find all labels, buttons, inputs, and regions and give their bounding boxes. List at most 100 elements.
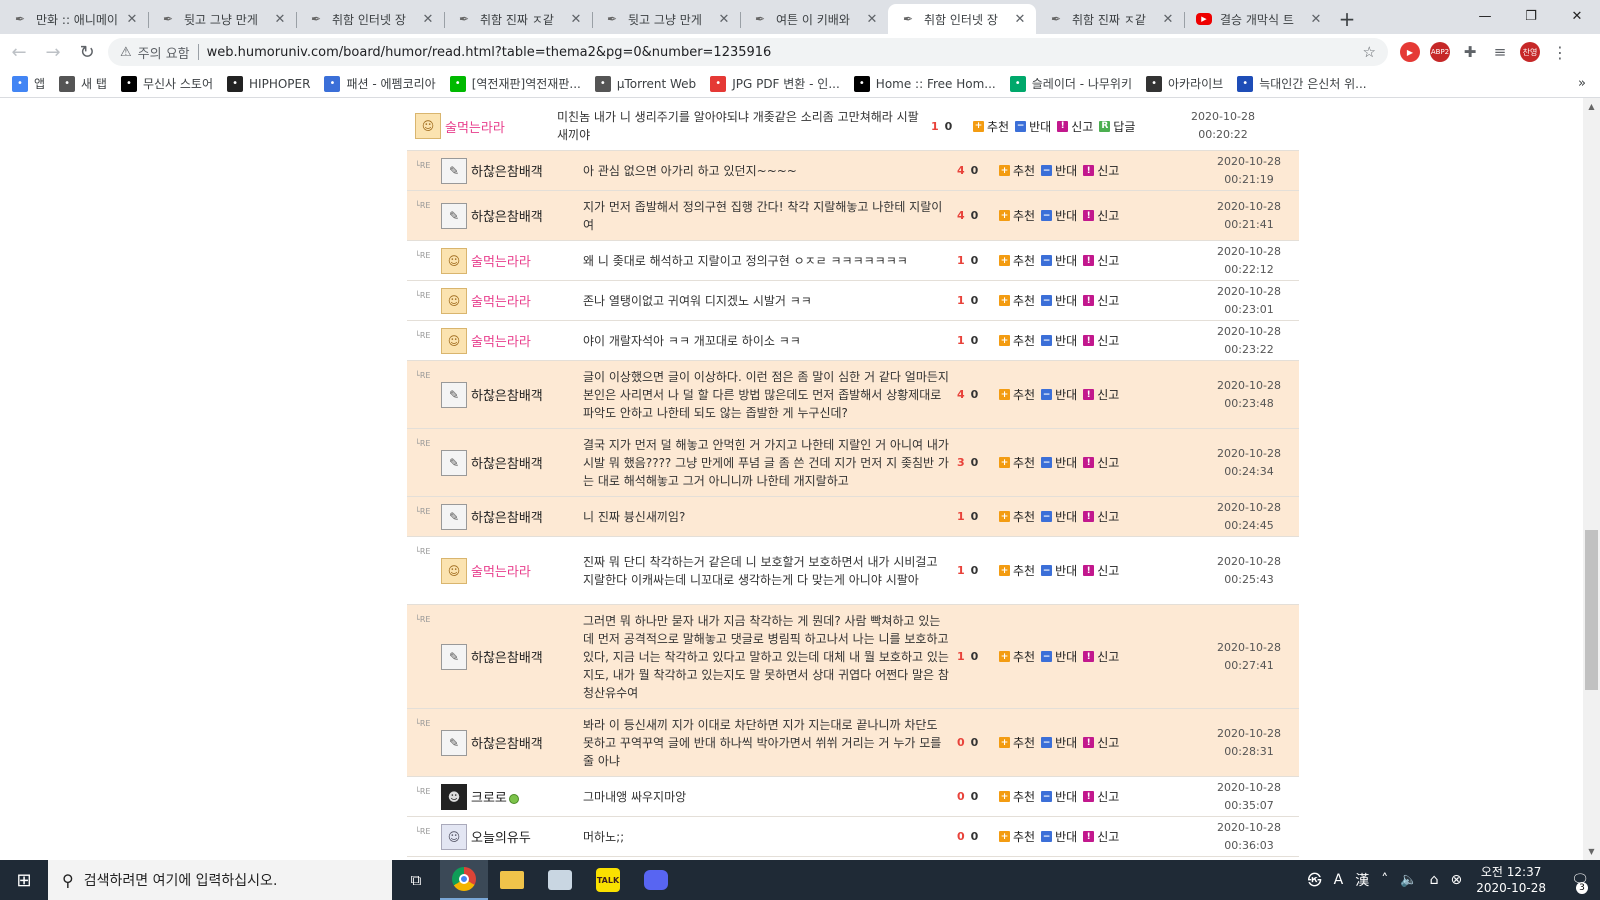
back-icon[interactable]: ← (4, 37, 34, 67)
scroll-thumb[interactable] (1585, 530, 1598, 690)
menu-kebab-icon[interactable]: ⋮ (1550, 42, 1570, 62)
report-button[interactable]: ! 신고 (1083, 562, 1119, 579)
report-button[interactable]: ! 신고 (1083, 332, 1119, 349)
chrome-taskbar-icon[interactable] (440, 860, 488, 900)
recommend-button[interactable]: + 추천 (999, 207, 1035, 224)
comment-nickname[interactable]: 크로로 (471, 787, 583, 806)
profile-avatar[interactable]: 찬영 (1520, 42, 1540, 62)
browser-tab[interactable]: ✒ 취함 진짜 ㅈ같 ✕ (1036, 4, 1184, 34)
avatar[interactable]: ☺ (441, 327, 467, 354)
recommend-button[interactable]: + 추천 (999, 454, 1035, 471)
recommend-button[interactable]: + 추천 (973, 118, 1009, 135)
notification-center-icon[interactable]: 🗨 3 (1560, 860, 1600, 900)
close-window-icon[interactable]: ✕ (1554, 0, 1600, 32)
media-queue-icon[interactable]: ≡ (1490, 42, 1510, 62)
browser-tab[interactable]: ✒ 여튼 이 키배와 ✕ (740, 4, 888, 34)
report-button[interactable]: ! 신고 (1083, 162, 1119, 179)
video-extension-icon[interactable]: ▶ (1400, 42, 1420, 62)
bookmark-item[interactable]: • 새 탭 (59, 75, 107, 92)
security-label[interactable]: 주의 요함 (138, 43, 190, 62)
task-view-icon[interactable]: ⧉ (392, 860, 440, 900)
tab-close-icon[interactable]: ✕ (568, 12, 584, 27)
scroll-up-icon[interactable]: ▲ (1583, 98, 1600, 115)
bookmark-item[interactable]: • µTorrent Web (594, 75, 696, 92)
tab-close-icon[interactable]: ✕ (1012, 12, 1028, 27)
report-button[interactable]: ! 신고 (1083, 828, 1119, 845)
comment-nickname[interactable]: 술먹는라라 (471, 251, 583, 270)
avatar[interactable]: ☻ (441, 783, 467, 810)
comment-nickname[interactable]: 오늘의유두 (471, 827, 583, 846)
oppose-button[interactable]: − 반대 (1041, 207, 1077, 224)
browser-tab[interactable]: ✒ 뒷고 그냥 만게 ✕ (592, 4, 740, 34)
oppose-button[interactable]: − 반대 (1041, 252, 1077, 269)
report-button[interactable]: ! 신고 (1083, 734, 1119, 751)
bookmark-item[interactable]: • JPG PDF 변환 - 인... (710, 75, 840, 92)
network-icon[interactable]: ⌂ (1430, 872, 1439, 888)
reply-button[interactable]: R 답글 (1099, 118, 1135, 135)
oppose-button[interactable]: − 반대 (1041, 162, 1077, 179)
avatar[interactable]: ☺ (441, 247, 467, 274)
url-text[interactable]: web.humoruniv.com/board/humor/read.html?… (207, 45, 772, 60)
report-button[interactable]: ! 신고 (1083, 454, 1119, 471)
report-button[interactable]: ! 신고 (1083, 648, 1119, 665)
bookmark-star-icon[interactable]: ☆ (1363, 43, 1376, 61)
avatar[interactable]: ☺ (441, 823, 467, 850)
app-taskbar-icon[interactable] (536, 860, 584, 900)
bookmark-item[interactable]: • 패션 - 에펨코리아 (324, 75, 436, 92)
reload-icon[interactable]: ↻ (72, 37, 102, 67)
tab-close-icon[interactable]: ✕ (420, 12, 436, 27)
windows-start-icon[interactable]: ⊞ (0, 860, 48, 900)
oppose-button[interactable]: − 반대 (1041, 562, 1077, 579)
volume-icon[interactable]: 🔈 (1400, 872, 1417, 888)
comment-nickname[interactable]: 술먹는라라 (471, 331, 583, 350)
comment-nickname[interactable]: 하찮은참배객 (471, 733, 583, 752)
avatar[interactable]: ✎ (441, 643, 467, 670)
avatar[interactable]: ☺ (441, 557, 467, 584)
recommend-button[interactable]: + 추천 (999, 252, 1035, 269)
report-button[interactable]: ! 신고 (1083, 788, 1119, 805)
avatar[interactable]: ✎ (441, 157, 467, 184)
report-button[interactable]: ! 신고 (1083, 386, 1119, 403)
oppose-button[interactable]: − 반대 (1041, 828, 1077, 845)
comment-nickname[interactable]: 하찮은참배객 (471, 206, 583, 225)
vertical-scrollbar[interactable]: ▲ ▼ (1583, 98, 1600, 860)
restore-icon[interactable]: ❐ (1508, 0, 1554, 32)
oppose-button[interactable]: − 반대 (1041, 734, 1077, 751)
report-button[interactable]: ! 신고 (1083, 252, 1119, 269)
recommend-button[interactable]: + 추천 (999, 828, 1035, 845)
recommend-button[interactable]: + 추천 (999, 788, 1035, 805)
recommend-button[interactable]: + 추천 (999, 508, 1035, 525)
bookmark-item[interactable]: • 늑대인간 은신처 위... (1237, 75, 1367, 92)
browser-tab[interactable]: ✒ 취함 진짜 ㅈ같 ✕ (444, 4, 592, 34)
comment-nickname[interactable]: 하찮은참배객 (471, 453, 583, 472)
new-tab-icon[interactable]: + (1332, 4, 1362, 34)
comment-nickname[interactable]: 술먹는라라 (471, 291, 583, 310)
avatar[interactable]: ✎ (441, 381, 467, 408)
tray-chevron-icon[interactable]: ˄ (1381, 872, 1388, 888)
disconnected-icon[interactable]: ⊗ (1451, 872, 1463, 888)
adblock-icon[interactable]: ABP 2 (1430, 42, 1450, 62)
avatar[interactable]: ☺ (415, 113, 441, 139)
browser-tab[interactable]: ✒ 취함 인터넷 장 ✕ (296, 4, 444, 34)
bookmarks-overflow-icon[interactable]: » (1578, 76, 1586, 91)
tab-close-icon[interactable]: ✕ (1160, 12, 1176, 27)
avatar[interactable]: ✎ (441, 449, 467, 476)
ime-mode-icon[interactable]: ㉿ (1308, 870, 1322, 890)
recommend-button[interactable]: + 추천 (999, 292, 1035, 309)
avatar[interactable]: ✎ (441, 503, 467, 530)
recommend-button[interactable]: + 추천 (999, 162, 1035, 179)
oppose-button[interactable]: − 반대 (1041, 292, 1077, 309)
forward-icon[interactable]: → (38, 37, 68, 67)
tab-close-icon[interactable]: ✕ (716, 12, 732, 27)
discord-taskbar-icon[interactable] (632, 860, 680, 900)
oppose-button[interactable]: − 반대 (1015, 118, 1051, 135)
browser-tab[interactable]: ✒ 만화 :: 애니메이 ✕ (0, 4, 148, 34)
tab-close-icon[interactable]: ✕ (272, 12, 288, 27)
report-button[interactable]: ! 신고 (1083, 207, 1119, 224)
bookmark-item[interactable]: • HIPHOPER (227, 75, 310, 92)
address-bar[interactable]: ⚠ 주의 요함 web.humoruniv.com/board/humor/re… (108, 38, 1388, 66)
oppose-button[interactable]: − 반대 (1041, 508, 1077, 525)
comment-nickname[interactable]: 술먹는라라 (445, 117, 557, 136)
recommend-button[interactable]: + 추천 (999, 332, 1035, 349)
recommend-button[interactable]: + 추천 (999, 562, 1035, 579)
